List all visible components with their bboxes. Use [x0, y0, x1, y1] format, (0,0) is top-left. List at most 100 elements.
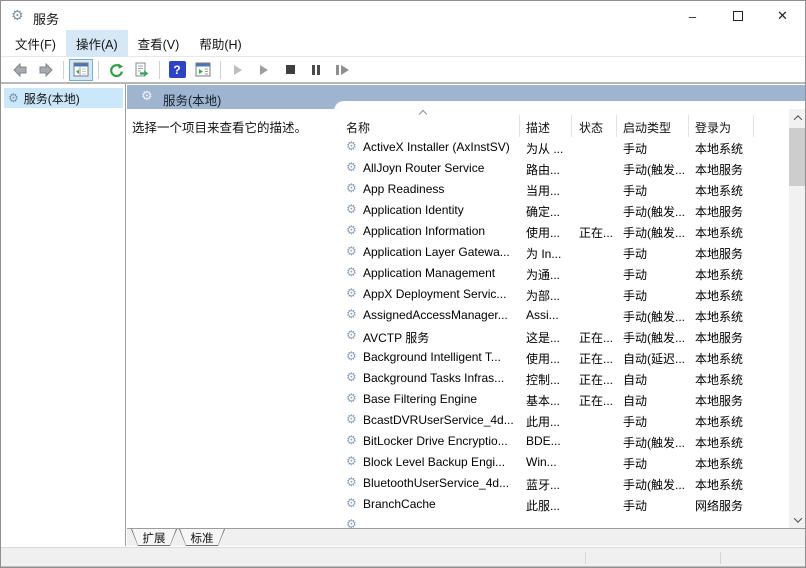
pause-service-icon — [312, 64, 320, 75]
service-description: 当用... — [526, 184, 561, 198]
service-startup-type: 手动(触发... — [623, 436, 685, 450]
menu-help[interactable]: 帮助(H) — [189, 30, 251, 57]
service-gear-icon: ⚙ — [346, 496, 357, 510]
service-startup-type: 自动(延迟... — [623, 352, 685, 366]
table-row[interactable]: ⚙ Base Filtering Engine 基本... 正在... 自动 本… — [334, 389, 789, 410]
table-row[interactable]: ⚙ BcastDVRUserService_4d... 此用... 手动 本地系… — [334, 410, 789, 431]
service-description: 使用... — [526, 352, 561, 366]
back-button[interactable] — [8, 59, 32, 81]
service-description: 此用... — [526, 415, 561, 429]
service-startup-type: 手动 — [623, 142, 648, 156]
pause-service-button[interactable] — [304, 59, 328, 81]
refresh-button[interactable] — [104, 59, 128, 81]
service-logon-as: 本地系统 — [695, 142, 744, 156]
column-divider[interactable] — [616, 115, 617, 137]
back-icon — [13, 62, 27, 77]
service-description: 控制... — [526, 373, 561, 387]
column-header-description[interactable]: 描述 — [526, 119, 550, 136]
table-row[interactable]: ⚙ Application Layer Gatewa... 为 In... 手动… — [334, 242, 789, 263]
show-action-pane-button[interactable] — [191, 59, 215, 81]
help-icon: ? — [168, 61, 186, 78]
table-row[interactable]: ⚙ AppX Deployment Servic... 为部... 手动 本地系… — [334, 284, 789, 305]
help-button[interactable]: ? — [165, 59, 189, 81]
stop-service-button[interactable] — [278, 59, 302, 81]
menu-view[interactable]: 查看(V) — [128, 30, 190, 57]
menu-action[interactable]: 操作(A) — [65, 30, 128, 57]
start-service-button[interactable] — [226, 59, 250, 81]
column-divider[interactable] — [753, 115, 754, 137]
resume-service-button[interactable] — [252, 59, 276, 81]
service-status: 正在... — [579, 394, 614, 408]
service-startup-type: 手动(触发... — [623, 205, 685, 219]
minimize-icon: – — [688, 8, 697, 24]
service-description: 路由... — [526, 163, 561, 177]
service-description: 这是... — [526, 331, 561, 345]
service-logon-as: 本地系统 — [695, 436, 744, 450]
services-gear-icon: ⚙ — [141, 89, 153, 104]
restart-service-button[interactable] — [330, 59, 354, 81]
table-row[interactable]: ⚙ — [334, 515, 789, 528]
table-row[interactable]: ⚙ BluetoothUserService_4d... 蓝牙... 手动(触发… — [334, 473, 789, 494]
table-row[interactable]: ⚙ BranchCache 此服... 手动 网络服务 — [334, 494, 789, 515]
service-description: 为 In... — [526, 247, 562, 261]
service-name: BluetoothUserService_4d... — [363, 476, 510, 490]
service-logon-as: 本地服务 — [695, 247, 744, 261]
service-logon-as: 本地系统 — [695, 478, 744, 492]
chevron-down-icon — [793, 513, 802, 523]
table-row[interactable]: ⚙ Background Tasks Infras... 控制... 正在...… — [334, 368, 789, 389]
restart-service-icon — [335, 64, 349, 75]
service-status: 正在... — [579, 226, 614, 240]
table-row[interactable]: ⚙ BitLocker Drive Encryptio... BDE... 手动… — [334, 431, 789, 452]
scroll-down-button[interactable] — [789, 511, 805, 528]
table-row[interactable]: ⚙ AssignedAccessManager... Assi... 手动(触发… — [334, 305, 789, 326]
service-logon-as: 本地服务 — [695, 163, 744, 177]
service-startup-type: 手动(触发... — [623, 226, 685, 240]
column-header-logon-as[interactable]: 登录为 — [695, 119, 731, 136]
minimize-button[interactable]: – — [670, 1, 715, 31]
maximize-button[interactable] — [715, 1, 760, 31]
service-status: 正在... — [579, 373, 614, 387]
column-divider[interactable] — [519, 115, 520, 137]
column-header-status[interactable]: 状态 — [579, 119, 603, 136]
tree-item-services-local[interactable]: ⚙ 服务(本地) — [4, 88, 123, 108]
service-description: 使用... — [526, 226, 561, 240]
table-row[interactable]: ⚙ Block Level Backup Engi... Win... 手动 本… — [334, 452, 789, 473]
forward-button[interactable] — [34, 59, 58, 81]
service-gear-icon: ⚙ — [346, 307, 357, 321]
show-console-tree-button[interactable] — [69, 58, 93, 81]
maximize-icon — [732, 11, 743, 21]
table-row[interactable]: ⚙ Application Management 为通... 手动 本地系统 — [334, 263, 789, 284]
table-row[interactable]: ⚙ ActiveX Installer (AxInstSV) 为从 ... 手动… — [334, 137, 789, 158]
tab-extended[interactable]: 扩展 — [131, 529, 177, 546]
services-rows: ⚙ ActiveX Installer (AxInstSV) 为从 ... 手动… — [334, 137, 789, 528]
show-console-tree-icon — [73, 62, 89, 77]
service-gear-icon: ⚙ — [346, 475, 357, 489]
service-logon-as: 本地系统 — [695, 184, 744, 198]
table-row[interactable]: ⚙ Application Information 使用... 正在... 手动… — [334, 221, 789, 242]
column-divider[interactable] — [571, 115, 572, 137]
scroll-up-button[interactable] — [789, 109, 805, 126]
service-description: 蓝牙... — [526, 478, 561, 492]
table-row[interactable]: ⚙ AllJoyn Router Service 路由... 手动(触发... … — [334, 158, 789, 179]
scrollbar-thumb[interactable] — [789, 128, 805, 186]
export-list-button[interactable] — [130, 59, 154, 81]
table-row[interactable]: ⚙ App Readiness 当用... 手动 本地系统 — [334, 179, 789, 200]
column-divider[interactable] — [688, 115, 689, 137]
close-button[interactable]: ✕ — [760, 1, 805, 31]
column-header-name[interactable]: 名称 — [346, 119, 370, 136]
tab-standard[interactable]: 标准 — [179, 529, 225, 546]
service-name: AppX Deployment Servic... — [363, 287, 507, 301]
sort-ascending-icon — [418, 109, 428, 119]
menu-file[interactable]: 文件(F) — [5, 30, 66, 57]
view-tabs-strip: 扩展 标准 — [127, 528, 805, 546]
table-row[interactable]: ⚙ AVCTP 服务 这是... 正在... 手动(触发... 本地服务 — [334, 326, 789, 347]
table-row[interactable]: ⚙ Background Intelligent T... 使用... 正在..… — [334, 347, 789, 368]
table-row[interactable]: ⚙ Application Identity 确定... 手动(触发... 本地… — [334, 200, 789, 221]
service-startup-type: 自动 — [623, 394, 648, 408]
service-logon-as: 网络服务 — [695, 499, 744, 513]
statusbar-divider — [720, 552, 721, 564]
column-header-startup-type[interactable]: 启动类型 — [623, 119, 671, 136]
vertical-scrollbar[interactable] — [789, 109, 805, 528]
service-startup-type: 手动 — [623, 289, 648, 303]
service-gear-icon: ⚙ — [346, 202, 357, 216]
